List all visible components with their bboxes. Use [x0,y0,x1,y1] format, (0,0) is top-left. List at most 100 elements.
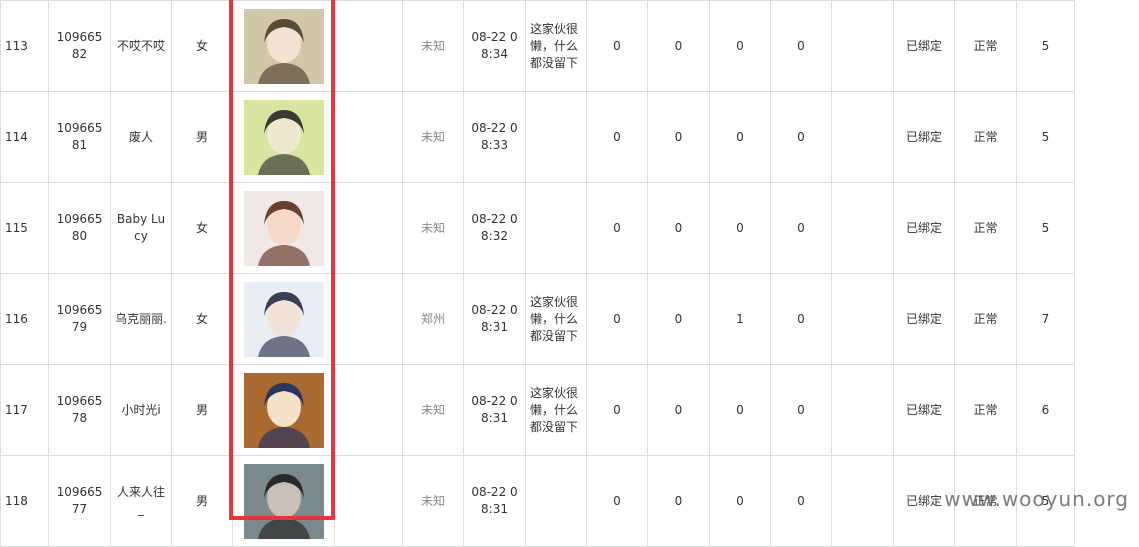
register-time: 08-22 08:31 [463,455,526,547]
count-1: 0 [586,455,648,547]
location: 郑州 [402,273,464,365]
account-status: 正常 [954,91,1017,183]
table-row: 114 10966581 废人男未知 08-22 08:33 0 0 0 0 已绑定 正常 5 [0,91,1075,183]
count-4: 0 [770,364,832,456]
avatar [232,273,335,365]
count-3: 0 [709,364,771,456]
bio: 这家伙很懒，什么都没留下 [525,0,587,92]
bio: 这家伙很懒，什么都没留下 [525,273,587,365]
register-time: 08-22 08:31 [463,364,526,456]
gender: 女 [171,182,233,274]
user-name: 废人 [110,91,172,183]
count-1: 0 [586,0,648,92]
count-1: 0 [586,273,648,365]
avatar-image[interactable] [243,281,324,357]
register-time: 08-22 08:34 [463,0,526,92]
user-table: 113 10966582 不哎不哎女未知 08-22 08:34 这家伙很懒，什么都没留… [0,0,1075,547]
avatar [232,0,335,92]
avatar-image[interactable] [243,99,324,175]
empty-cell [831,182,894,274]
count-2: 0 [647,0,710,92]
location: 未知 [402,364,464,456]
user-name: 乌克丽丽. [110,273,172,365]
count-1: 0 [586,364,648,456]
user-id: 10966579 [48,273,111,365]
bind-status: 已绑定 [893,91,955,183]
empty-cell [334,182,403,274]
count-4: 0 [770,0,832,92]
table-row: 118 10966577 人来人往_ 男未知 08-22 08:31 0 0 0 0 已绑定 正常 5 [0,455,1075,547]
count-3: 0 [709,182,771,274]
avatar [232,364,335,456]
row-index: 117 [0,364,49,456]
user-id: 10966580 [48,182,111,274]
table-row: 113 10966582 不哎不哎女 未知 08-22 08:34 这家伙很懒，什么都没留… [0,0,1075,92]
user-id: 10966582 [48,0,111,92]
avatar-image[interactable] [243,372,324,448]
user-id: 10966578 [48,364,111,456]
bind-status: 已绑定 [893,273,955,365]
empty-cell [334,273,403,365]
user-name: Baby Lucy [110,182,172,274]
empty-cell [831,364,894,456]
empty-cell [831,273,894,365]
location: 未知 [402,91,464,183]
empty-cell [831,0,894,92]
count-2: 0 [647,182,710,274]
gender: 男 [171,364,233,456]
gender: 男 [171,91,233,183]
level: 5 [1016,91,1075,183]
row-index: 113 [0,0,49,92]
avatar-image[interactable] [243,463,324,539]
count-1: 0 [586,91,648,183]
empty-cell [334,91,403,183]
count-1: 0 [586,182,648,274]
register-time: 08-22 08:33 [463,91,526,183]
empty-cell [831,91,894,183]
location: 未知 [402,0,464,92]
count-4: 0 [770,91,832,183]
empty-cell [334,455,403,547]
count-3: 1 [709,273,771,365]
account-status: 正常 [954,0,1017,92]
count-3: 0 [709,91,771,183]
account-status: 正常 [954,182,1017,274]
row-index: 116 [0,273,49,365]
gender: 女 [171,273,233,365]
count-2: 0 [647,364,710,456]
row-index: 118 [0,455,49,547]
table-row: 115 10966580 Baby Lucy 女未知 08-22 08:32 0 0 0 0 已绑… [0,182,1075,274]
level: 7 [1016,273,1075,365]
level: 5 [1016,182,1075,274]
bio: 这家伙很懒，什么都没留下 [525,364,587,456]
avatar [232,182,335,274]
user-name: 人来人往_ [110,455,172,547]
count-2: 0 [647,91,710,183]
account-status: 正常 [954,364,1017,456]
bind-status: 已绑定 [893,182,955,274]
avatar [232,455,335,547]
gender: 男 [171,455,233,547]
row-index: 114 [0,91,49,183]
row-index: 115 [0,182,49,274]
watermark: www.wooyun.org [944,487,1129,511]
count-3: 0 [709,0,771,92]
user-id: 10966577 [48,455,111,547]
table-row: 116 10966579 乌克丽丽. 女 郑州 08-22 08:31 这家伙很懒，什么都没… [0,273,1075,365]
count-2: 0 [647,273,710,365]
count-4: 0 [770,182,832,274]
avatar-image[interactable] [243,190,324,266]
count-4: 0 [770,273,832,365]
gender: 女 [171,0,233,92]
location: 未知 [402,182,464,274]
bind-status: 已绑定 [893,364,955,456]
count-3: 0 [709,455,771,547]
bio [525,455,587,547]
avatar-image[interactable] [243,8,324,84]
count-4: 0 [770,455,832,547]
register-time: 08-22 08:31 [463,273,526,365]
count-2: 0 [647,455,710,547]
location: 未知 [402,455,464,547]
table-row: 117 10966578 小时光i 男 未知 08-22 08:31 这家伙很懒，什么都没留… [0,364,1075,456]
avatar [232,91,335,183]
